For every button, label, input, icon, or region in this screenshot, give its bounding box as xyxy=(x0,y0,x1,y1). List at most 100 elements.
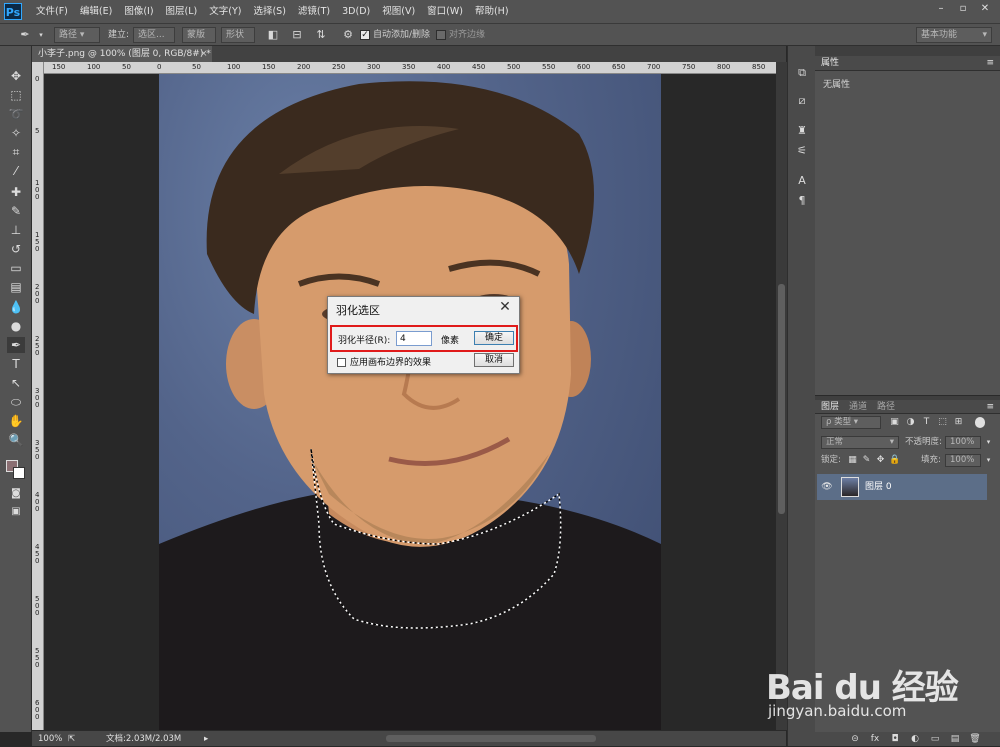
path-alignment-icon[interactable]: ⊟ xyxy=(290,28,304,42)
make-selection-button[interactable]: 选区... xyxy=(133,27,175,43)
eraser-tool-icon[interactable]: ▭ xyxy=(7,260,25,276)
opacity-dropdown-icon[interactable]: ▾ xyxy=(983,437,994,448)
menu-view[interactable]: 视图(V) xyxy=(376,0,421,24)
horizontal-scroll-thumb[interactable] xyxy=(386,735,596,742)
paragraph-panel-icon[interactable]: ¶ xyxy=(795,194,809,208)
new-layer-icon[interactable]: ▤ xyxy=(949,733,961,745)
adjustments-panel-icon[interactable]: ⚟ xyxy=(795,144,809,158)
workspace-select[interactable]: 基本功能 ▾ xyxy=(916,27,992,43)
swatches-panel-icon[interactable]: ♜ xyxy=(795,124,809,138)
hand-tool-icon[interactable]: ✋ xyxy=(7,413,25,429)
vertical-ruler[interactable]: 0 5 100 150 200 250 300 350 400 450 500 550 600 xyxy=(32,62,44,730)
preset-dropdown-icon[interactable]: ▾ xyxy=(34,28,48,42)
actions-panel-icon[interactable]: ⧄ xyxy=(795,94,809,108)
path-operations-icon[interactable]: ◧ xyxy=(266,28,280,42)
cancel-button[interactable]: 取消 xyxy=(474,353,514,367)
filter-type-icon[interactable]: T xyxy=(921,417,932,428)
export-icon[interactable]: ⇱ xyxy=(68,731,75,747)
restore-button[interactable]: ▫ xyxy=(954,2,972,16)
lock-position-icon[interactable]: ✥ xyxy=(875,455,886,466)
menu-window[interactable]: 窗口(W) xyxy=(421,0,469,24)
screen-mode-icon[interactable]: ▣ xyxy=(7,504,25,520)
filter-smart-object-icon[interactable]: ⊞ xyxy=(953,417,964,428)
marquee-tool-icon[interactable]: ⬚ xyxy=(7,87,25,103)
blur-tool-icon[interactable]: 💧 xyxy=(7,299,25,315)
close-icon[interactable]: ✕ xyxy=(498,299,512,315)
fx-icon[interactable]: fx xyxy=(869,733,881,745)
group-icon[interactable]: ▭ xyxy=(929,733,941,745)
pen-tool-icon[interactable]: ✒ xyxy=(7,337,25,353)
eyedropper-tool-icon[interactable]: ⁄ xyxy=(7,163,25,179)
type-tool-icon[interactable]: T xyxy=(7,356,25,372)
crop-tool-icon[interactable]: ⌗ xyxy=(7,144,25,160)
history-brush-tool-icon[interactable]: ↺ xyxy=(7,241,25,257)
fill-dropdown-icon[interactable]: ▾ xyxy=(983,455,994,466)
auto-add-delete-checkbox[interactable]: ✓ 自动添加/删除 xyxy=(360,27,430,43)
status-menu-arrow-icon[interactable]: ▸ xyxy=(204,731,208,747)
menu-help[interactable]: 帮助(H) xyxy=(469,0,515,24)
character-panel-icon[interactable]: A xyxy=(795,174,809,188)
clone-stamp-tool-icon[interactable]: ⊥ xyxy=(7,222,25,238)
filter-shape-icon[interactable]: ⬚ xyxy=(937,417,948,428)
quick-select-tool-icon[interactable]: ✧ xyxy=(7,125,25,141)
panel-menu-icon[interactable]: ≡ xyxy=(982,56,998,71)
path-arrangement-icon[interactable]: ⇅ xyxy=(314,28,328,42)
healing-brush-tool-icon[interactable]: ✚ xyxy=(7,184,25,200)
background-color-swatch[interactable] xyxy=(13,467,25,479)
lock-transparent-icon[interactable]: ▦ xyxy=(847,455,858,466)
visibility-eye-icon[interactable]: 👁 xyxy=(821,481,833,493)
ellipse-tool-icon[interactable]: ⬭ xyxy=(7,394,25,410)
pen-tool-preset-icon[interactable]: ✒ xyxy=(18,28,32,42)
make-shape-button[interactable]: 形状 xyxy=(221,27,255,43)
close-tab-icon[interactable]: × xyxy=(200,46,208,62)
layers-menu-icon[interactable]: ≡ xyxy=(982,400,998,415)
lasso-tool-icon[interactable]: ➰ xyxy=(7,106,25,122)
move-tool-icon[interactable]: ✥ xyxy=(7,68,25,84)
dodge-tool-icon[interactable]: ● xyxy=(7,318,25,334)
minimize-button[interactable]: – xyxy=(932,2,950,16)
layer-row[interactable]: 👁 图层 0 xyxy=(817,474,987,500)
menu-filter[interactable]: 滤镜(T) xyxy=(292,0,336,24)
menu-file[interactable]: 文件(F) xyxy=(30,0,74,24)
zoom-level[interactable]: 100% xyxy=(38,731,62,747)
lock-all-icon[interactable]: 🔒 xyxy=(889,455,900,466)
tab-channels[interactable]: 通道 xyxy=(845,400,871,415)
document-image[interactable] xyxy=(159,74,661,730)
delete-icon[interactable]: 🗑 xyxy=(969,733,981,745)
gradient-tool-icon[interactable]: ▤ xyxy=(7,279,25,295)
fill-input[interactable]: 100% xyxy=(945,454,981,467)
menu-layer[interactable]: 图层(L) xyxy=(160,0,204,24)
filter-adjustment-icon[interactable]: ◑ xyxy=(905,417,916,428)
layer-filter-select[interactable]: ρ 类型 ▾ xyxy=(821,416,881,429)
tab-properties[interactable]: 属性 xyxy=(817,56,843,71)
quick-mask-icon[interactable]: ◙ xyxy=(7,486,25,502)
vertical-scrollbar[interactable] xyxy=(776,62,787,730)
make-mask-button[interactable]: 蒙版 xyxy=(182,27,216,43)
adjustment-icon[interactable]: ◐ xyxy=(909,733,921,745)
menu-edit[interactable]: 编辑(E) xyxy=(74,0,118,24)
menu-select[interactable]: 选择(S) xyxy=(247,0,291,24)
filter-pixel-icon[interactable]: ▣ xyxy=(889,417,900,428)
history-panel-icon[interactable]: ⧉ xyxy=(795,66,809,80)
layer-name[interactable]: 图层 0 xyxy=(865,474,892,500)
document-tab[interactable]: 小李子.png @ 100% (图层 0, RGB/8#) * × xyxy=(32,46,212,62)
tab-paths[interactable]: 路径 xyxy=(873,400,899,415)
horizontal-ruler[interactable]: 150 100 50 0 50 100 150 200 250 300 350 400 450 500 55… xyxy=(44,62,776,74)
link-icon[interactable]: ⊝ xyxy=(849,733,861,745)
close-window-button[interactable]: ✕ xyxy=(976,2,994,16)
filter-toggle[interactable] xyxy=(975,417,985,428)
menu-image[interactable]: 图像(I) xyxy=(118,0,159,24)
lock-paint-icon[interactable]: ✎ xyxy=(861,455,872,466)
pen-mode-select[interactable]: 路径 ▾ xyxy=(54,27,100,43)
mask-icon[interactable]: ◘ xyxy=(889,733,901,745)
tab-layers[interactable]: 图层 xyxy=(817,400,843,415)
vertical-scroll-thumb[interactable] xyxy=(778,284,785,514)
align-edges-checkbox[interactable]: 对齐边缘 xyxy=(436,27,485,43)
opacity-input[interactable]: 100% xyxy=(945,436,981,449)
canvas-area[interactable] xyxy=(44,74,776,730)
feather-radius-input[interactable] xyxy=(396,331,432,346)
ok-button[interactable]: 确定 xyxy=(474,331,514,345)
apply-canvas-bounds-checkbox[interactable]: 应用画布边界的效果 xyxy=(337,355,431,368)
zoom-tool-icon[interactable]: 🔍 xyxy=(7,432,25,448)
menu-3d[interactable]: 3D(D) xyxy=(336,0,376,24)
